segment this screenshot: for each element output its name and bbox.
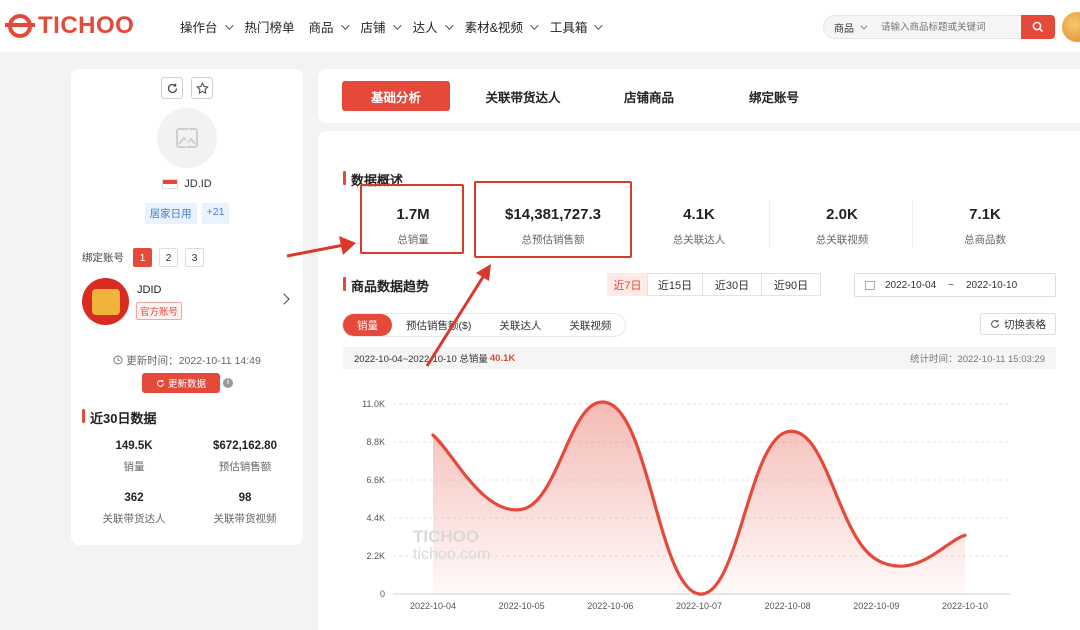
arrowhead-icon — [339, 236, 356, 255]
arrow-line — [286, 243, 345, 258]
annotation-arrows — [286, 236, 491, 367]
arrow-line — [425, 276, 485, 367]
